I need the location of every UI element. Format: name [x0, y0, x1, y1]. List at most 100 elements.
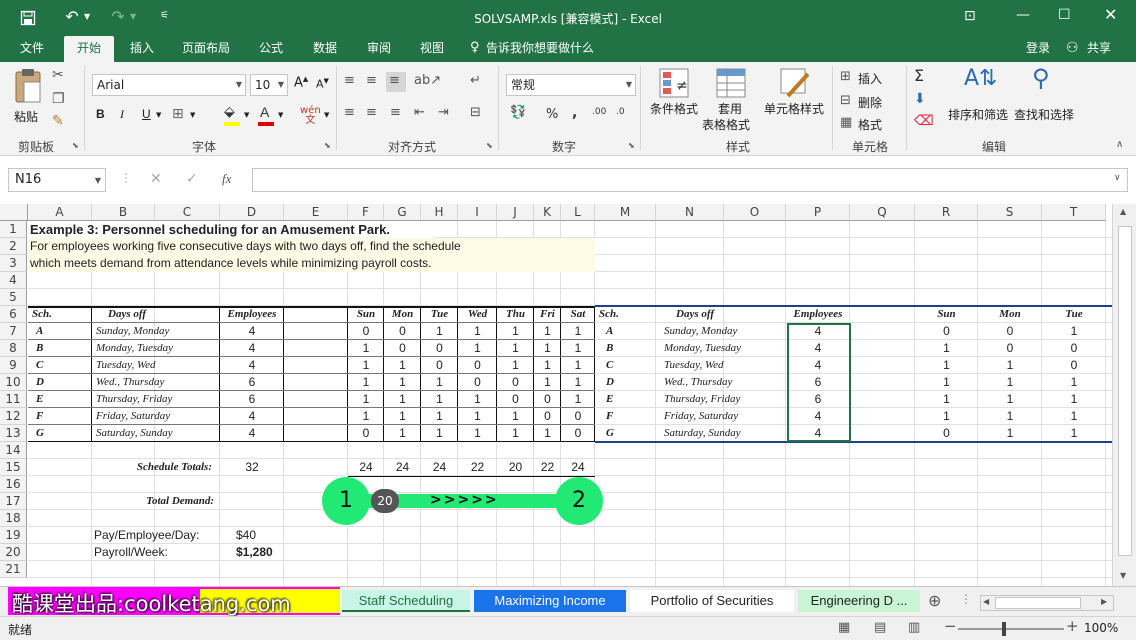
right-header-day[interactable]: Mon [978, 306, 1042, 323]
schedule-days-off[interactable]: Sunday, Monday [96, 323, 220, 340]
align-left-icon[interactable]: ≡ [344, 106, 355, 119]
right-schedule-day-flag[interactable]: 0 [915, 425, 978, 442]
schedule-day-flag[interactable]: 1 [458, 323, 497, 340]
format-painter-icon[interactable]: ✎ [52, 114, 64, 128]
schedule-employees[interactable]: 4 [220, 357, 284, 374]
increase-indent-icon[interactable]: ⇥ [438, 106, 449, 119]
schedule-day-flag[interactable]: 1 [534, 357, 561, 374]
right-schedule-employees[interactable]: 4 [786, 408, 850, 425]
schedule-day-flag[interactable]: 1 [421, 408, 458, 425]
schedule-days-off[interactable]: Wed., Thursday [96, 374, 220, 391]
row-header[interactable]: 10 [0, 374, 27, 391]
phonetic-icon[interactable]: wén 文 [300, 106, 321, 126]
name-box[interactable]: N16 ▼ [8, 168, 106, 192]
row-header[interactable]: 13 [0, 425, 27, 442]
right-schedule-day-flag[interactable]: 1 [1042, 391, 1106, 408]
schedule-id[interactable]: D [36, 374, 76, 391]
conditional-format-button[interactable]: ≠ 条件格式 [648, 66, 700, 126]
right-schedule-day-flag[interactable]: 1 [915, 391, 978, 408]
right-schedule-day-flag[interactable]: 1 [978, 357, 1042, 374]
schedule-day-flag[interactable]: 1 [348, 340, 384, 357]
comma-button[interactable]: , [572, 106, 577, 120]
schedule-day-flag[interactable]: 1 [458, 408, 497, 425]
font-color-icon[interactable]: A [260, 105, 269, 119]
underline-button[interactable]: U [142, 108, 151, 120]
row-header[interactable]: 19 [0, 527, 27, 544]
delete-cells-button[interactable]: 删除 [858, 94, 882, 111]
schedule-day-flag[interactable]: 0 [384, 340, 421, 357]
schedule-total-day[interactable]: 24 [421, 459, 458, 476]
schedule-day-flag[interactable]: 0 [497, 391, 534, 408]
schedule-day-flag[interactable]: 1 [384, 357, 421, 374]
schedule-day-flag[interactable]: 0 [348, 425, 384, 442]
schedule-day-flag[interactable]: 0 [384, 323, 421, 340]
schedule-id[interactable]: G [36, 425, 76, 442]
right-schedule-day-flag[interactable]: 0 [915, 323, 978, 340]
number-launcher-icon[interactable]: ⬊ [628, 142, 635, 150]
right-schedule-day-flag[interactable]: 1 [1042, 323, 1106, 340]
align-center-icon[interactable]: ≡ [366, 106, 377, 119]
sheet-tab-staff-scheduling[interactable]: Staff Scheduling [342, 590, 470, 612]
ribbon-display-icon[interactable]: ⊡ [964, 9, 976, 23]
format-cells-icon[interactable]: ▦ [840, 116, 852, 129]
normal-view-icon[interactable]: ▦ [838, 621, 850, 634]
column-header[interactable]: A [28, 204, 92, 221]
right-schedule-id[interactable]: F [606, 408, 646, 425]
orientation-icon[interactable]: ab↗ [414, 74, 441, 87]
schedule-id[interactable]: A [36, 323, 76, 340]
zoom-level[interactable]: 100% [1084, 621, 1118, 635]
schedule-day-flag[interactable]: 1 [534, 340, 561, 357]
schedule-day-flag[interactable]: 1 [384, 374, 421, 391]
row-header[interactable]: 16 [0, 476, 27, 493]
tab-data[interactable]: 数据 [302, 36, 348, 62]
header-day[interactable]: Thu [497, 306, 534, 323]
scroll-right-icon[interactable]: ▶ [1101, 598, 1107, 606]
right-header-employees[interactable]: Employees [786, 306, 850, 323]
schedule-day-flag[interactable]: 1 [534, 374, 561, 391]
schedule-day-flag[interactable]: 1 [497, 408, 534, 425]
right-schedule-day-flag[interactable]: 1 [915, 340, 978, 357]
schedule-day-flag[interactable]: 1 [384, 408, 421, 425]
schedule-days-off[interactable]: Thursday, Friday [96, 391, 220, 408]
paste-button[interactable]: 粘贴 [8, 68, 48, 132]
right-schedule-id[interactable]: A [606, 323, 646, 340]
schedule-day-flag[interactable]: 0 [421, 340, 458, 357]
row-header[interactable]: 11 [0, 391, 27, 408]
share-button[interactable]: 共享 [1082, 36, 1116, 62]
schedule-day-flag[interactable]: 1 [561, 374, 595, 391]
schedule-days-off[interactable]: Saturday, Sunday [96, 425, 220, 442]
copy-icon[interactable]: ❐ [52, 92, 65, 106]
sheet-tab-maximizing-income[interactable]: Maximizing Income [474, 590, 626, 612]
decrease-indent-icon[interactable]: ⇤ [414, 106, 425, 119]
column-header[interactable]: T [1042, 204, 1106, 221]
align-right-icon[interactable]: ≡ [390, 106, 401, 119]
total-demand-label[interactable]: Total Demand: [92, 493, 214, 510]
row-header[interactable]: 14 [0, 442, 27, 459]
schedule-employees[interactable]: 4 [220, 340, 284, 357]
schedule-day-flag[interactable]: 1 [421, 391, 458, 408]
tab-insert[interactable]: 插入 [120, 36, 164, 62]
right-schedule-day-flag[interactable]: 1 [978, 408, 1042, 425]
schedule-day-flag[interactable]: 1 [534, 425, 561, 442]
right-schedule-employees[interactable]: 4 [786, 323, 850, 340]
schedule-id[interactable]: B [36, 340, 76, 357]
right-schedule-id[interactable]: G [606, 425, 646, 442]
vertical-scrollbar[interactable]: ▲ ▼ [1112, 204, 1136, 586]
header-day[interactable]: Fri [534, 306, 561, 323]
row-header[interactable]: 21 [0, 561, 27, 578]
right-schedule-days-off[interactable]: Sunday, Monday [664, 323, 784, 340]
row-header[interactable]: 15 [0, 459, 27, 476]
header-day[interactable]: Mon [384, 306, 421, 323]
right-header-sch[interactable]: Sch. [599, 306, 655, 323]
scroll-down-icon[interactable]: ▼ [1120, 572, 1126, 580]
horizontal-scroll-thumb[interactable] [995, 597, 1081, 609]
cell-styles-button[interactable]: 单元格样式 [762, 66, 830, 126]
schedule-day-flag[interactable]: 0 [348, 323, 384, 340]
fill-color-icon[interactable]: ⬙ [224, 105, 235, 119]
row-header[interactable]: 7 [0, 323, 27, 340]
column-header[interactable]: G [384, 204, 421, 221]
header-day[interactable]: Sun [348, 306, 384, 323]
autosum-icon[interactable]: Σ [914, 68, 924, 84]
schedule-total-day[interactable]: 22 [458, 459, 497, 476]
column-header[interactable]: D [220, 204, 284, 221]
